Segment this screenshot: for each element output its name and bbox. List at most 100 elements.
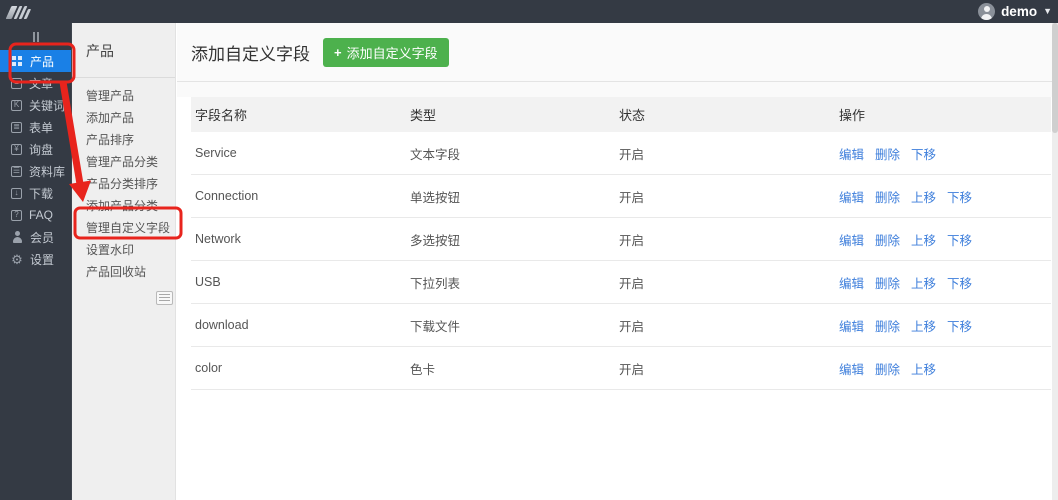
action-link-编辑[interactable]: 编辑 xyxy=(839,234,864,248)
submenu-item-8[interactable]: 产品回收站 xyxy=(72,261,175,283)
page-title: 添加自定义字段 xyxy=(191,44,310,64)
action-link-下移[interactable]: 下移 xyxy=(947,191,972,205)
main-content: 添加自定义字段 + 添加自定义字段 字段名称 类型 状态 操作 Service 文本字段… xyxy=(177,23,1058,500)
sidebar: 产品 ≡ 文章 K 关键词 ≣ 表单 ¥ 询盘 ☰ 资料库 ↓ 下载? FAQ 会员 ⚙ 设置 xyxy=(0,0,72,500)
submenu-item-4[interactable]: 产品分类排序 xyxy=(72,173,175,195)
sidebar-item-settings[interactable]: ⚙ 设置 xyxy=(0,248,71,270)
field-name-cell: download xyxy=(195,318,249,332)
table-header-row: 字段名称 类型 状态 操作 xyxy=(191,97,1051,132)
field-status-cell: 开启 xyxy=(619,233,645,248)
sidebar-item-faq[interactable]: ? FAQ xyxy=(0,204,71,226)
topbar: demo ▼ xyxy=(0,0,1058,23)
sidebar-item-inquiries[interactable]: ¥ 询盘 xyxy=(0,138,71,160)
sidebar-item-label: 下载 xyxy=(29,186,54,201)
field-status-cell: 开启 xyxy=(619,276,645,291)
action-link-下移[interactable]: 下移 xyxy=(947,234,972,248)
action-link-上移[interactable]: 上移 xyxy=(911,320,936,334)
row-actions: 编辑 删除 上移 下移 xyxy=(835,273,1051,292)
field-status-cell: 开启 xyxy=(619,147,645,162)
action-link-删除[interactable]: 删除 xyxy=(875,148,900,162)
action-link-删除[interactable]: 删除 xyxy=(875,277,900,291)
sidebar-item-keywords[interactable]: K 关键词 xyxy=(0,94,71,116)
submenu-item-7[interactable]: 设置水印 xyxy=(72,239,175,261)
field-type-cell: 下拉列表 xyxy=(410,276,461,291)
sidebar-item-label: FAQ xyxy=(29,208,54,222)
row-actions: 编辑 删除 上移 下移 xyxy=(835,230,1051,249)
scrollbar-thumb[interactable] xyxy=(1052,23,1058,133)
gear-icon: ⚙ xyxy=(11,251,23,267)
field-status-cell: 开启 xyxy=(619,362,645,377)
field-type-cell: 下载文件 xyxy=(410,319,461,334)
app-window: demo ▼ 产品 ≡ 文章 K 关键词 ≣ 表单 ¥ 询盘 ☰ 资料库 ↓ 下载? FAQ 会员 ⚙ 设置 产… xyxy=(0,0,1058,500)
question-icon: ? xyxy=(11,209,22,221)
sidebar-item-forms[interactable]: ≣ 表单 xyxy=(0,116,71,138)
action-link-删除[interactable]: 删除 xyxy=(875,234,900,248)
action-link-编辑[interactable]: 编辑 xyxy=(839,148,864,162)
action-link-编辑[interactable]: 编辑 xyxy=(839,277,864,291)
member-icon xyxy=(11,231,23,243)
sidebar-collapse-handle[interactable] xyxy=(0,28,71,46)
row-actions: 编辑 删除 上移 下移 xyxy=(835,187,1051,206)
sidebar-item-label: 产品 xyxy=(30,54,55,69)
table-body: Service 文本字段 开启 编辑 删除 下移 Connection 单选按钮 开启 编辑 删除上… xyxy=(191,132,1051,390)
table-row: color 色卡 开启 编辑 删除 上移 xyxy=(191,347,1051,390)
username: demo xyxy=(1001,4,1038,19)
action-link-下移[interactable]: 下移 xyxy=(947,277,972,291)
action-link-编辑[interactable]: 编辑 xyxy=(839,320,864,334)
keyword-icon: K xyxy=(11,99,22,111)
field-name-cell: color xyxy=(195,361,223,375)
submenu-item-3[interactable]: 管理产品分类 xyxy=(72,151,175,173)
row-actions: 编辑 删除 下移 xyxy=(835,144,1051,163)
submenu-item-6[interactable]: 管理自定义字段 xyxy=(72,217,175,239)
add-custom-field-button[interactable]: + 添加自定义字段 xyxy=(323,37,449,67)
submenu-item-0[interactable]: 管理产品 xyxy=(72,85,175,107)
action-link-上移[interactable]: 上移 xyxy=(911,363,936,377)
download-icon: ↓ xyxy=(11,187,22,199)
sidebar-item-library[interactable]: ☰ 资料库 xyxy=(0,160,71,182)
submenu-item-1[interactable]: 添加产品 xyxy=(72,107,175,129)
field-name-cell: Network xyxy=(195,232,241,246)
action-link-删除[interactable]: 删除 xyxy=(875,320,900,334)
sidebar-item-downloads[interactable]: ↓ 下载 xyxy=(0,182,71,204)
action-link-上移[interactable]: 上移 xyxy=(911,191,936,205)
field-type-cell: 色卡 xyxy=(410,362,436,377)
inquiry-icon: ¥ xyxy=(11,143,22,155)
table-header-cell: 类型 xyxy=(410,108,437,123)
row-actions: 编辑 删除 上移 xyxy=(835,359,1051,378)
chevron-down-icon: ▼ xyxy=(1043,6,1052,16)
submenu-title: 产品 xyxy=(72,23,175,78)
row-actions: 编辑 删除 上移 下移 xyxy=(835,316,1051,335)
table-row: Network 多选按钮 开启 编辑 删除 上移 下移 xyxy=(191,218,1051,261)
action-link-上移[interactable]: 上移 xyxy=(911,234,936,248)
sidebar-item-label: 资料库 xyxy=(29,164,66,179)
user-menu[interactable]: demo ▼ xyxy=(978,0,1052,23)
table-row: Connection 单选按钮 开启 编辑 删除 上移 下移 xyxy=(191,175,1051,218)
submenu-item-2[interactable]: 产品排序 xyxy=(72,129,175,151)
field-name-cell: Connection xyxy=(195,189,259,203)
document-icon: ≡ xyxy=(11,77,22,89)
brand-logo[interactable] xyxy=(5,4,34,19)
action-link-删除[interactable]: 删除 xyxy=(875,363,900,377)
sidebar-item-products[interactable]: 产品 xyxy=(0,50,71,72)
field-type-cell: 文本字段 xyxy=(410,147,461,162)
sidebar-item-label: 关键词 xyxy=(29,98,66,113)
field-name-cell: USB xyxy=(195,275,221,289)
action-link-编辑[interactable]: 编辑 xyxy=(839,191,864,205)
action-link-下移[interactable]: 下移 xyxy=(947,320,972,334)
action-link-上移[interactable]: 上移 xyxy=(911,277,936,291)
page-title-bar: 添加自定义字段 + 添加自定义字段 xyxy=(177,23,1058,82)
table-row: download 下载文件 开启 编辑 删除 上移 下移 xyxy=(191,304,1051,347)
sidebar-item-members[interactable]: 会员 xyxy=(0,226,71,248)
action-link-下移[interactable]: 下移 xyxy=(911,148,936,162)
field-type-cell: 多选按钮 xyxy=(410,233,461,248)
submenu-collapse-icon[interactable] xyxy=(156,291,173,305)
custom-fields-table: 字段名称 类型 状态 操作 Service 文本字段 开启 编辑 删除 下移 Connection… xyxy=(191,97,1051,390)
action-link-编辑[interactable]: 编辑 xyxy=(839,363,864,377)
sidebar-item-articles[interactable]: ≡ 文章 xyxy=(0,72,71,94)
titlebar-spacer xyxy=(177,82,1058,97)
submenu-item-5[interactable]: 添加产品分类 xyxy=(72,195,175,217)
grid-icon xyxy=(11,55,23,67)
table-header-cell: 状态 xyxy=(619,108,646,123)
action-link-删除[interactable]: 删除 xyxy=(875,191,900,205)
add-button-label: 添加自定义字段 xyxy=(346,45,438,61)
